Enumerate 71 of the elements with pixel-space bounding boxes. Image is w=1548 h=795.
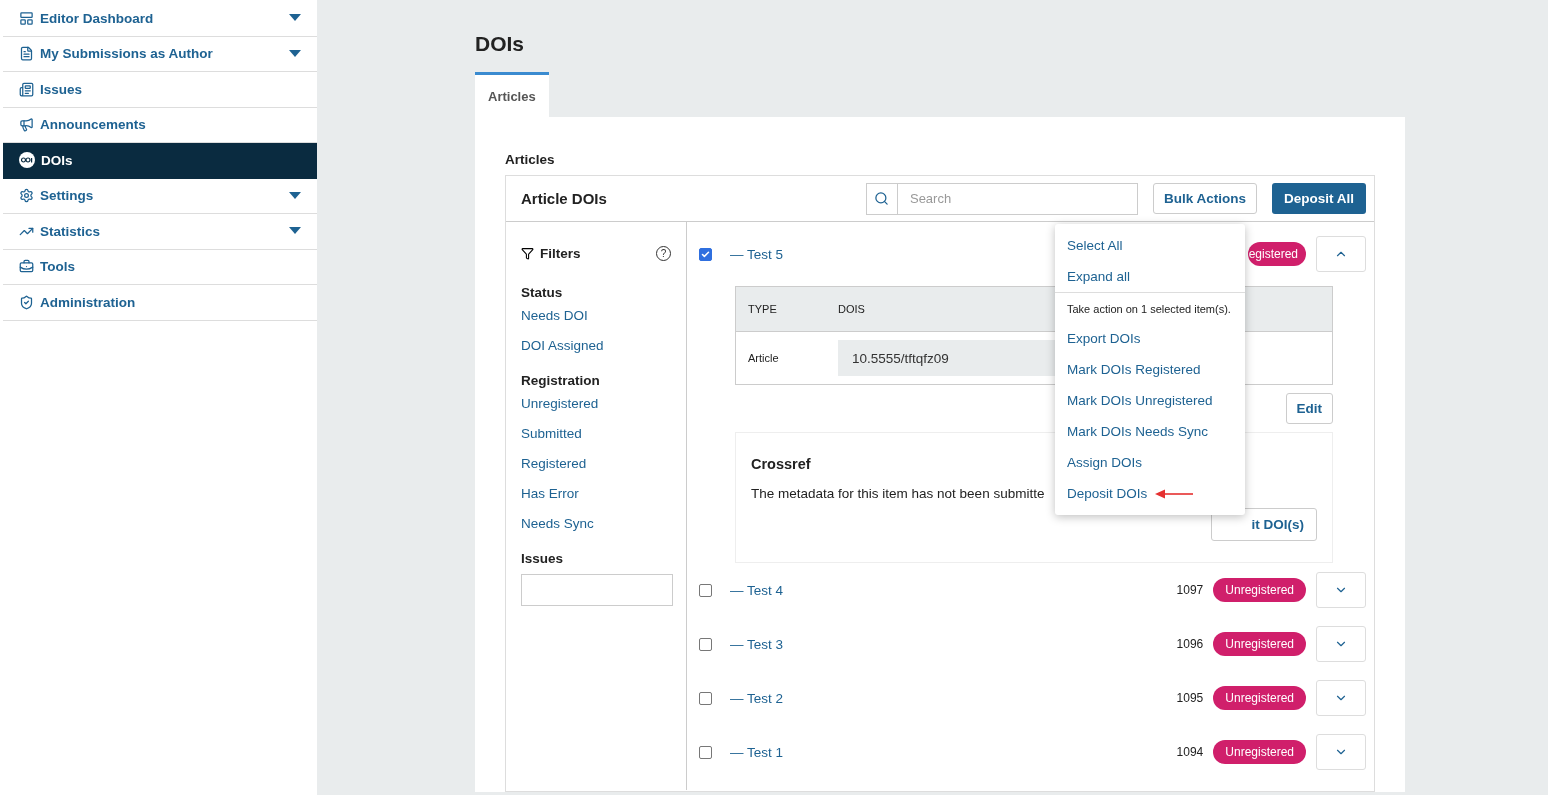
issues-field[interactable] [521, 574, 673, 606]
menu-item[interactable]: Mark DOIs Needs Sync [1067, 416, 1237, 447]
bulk-actions-button[interactable]: Bulk Actions [1152, 183, 1257, 214]
shield-icon [19, 294, 34, 310]
deposit-button[interactable]: it DOI(s) [1210, 508, 1317, 541]
article-title-link[interactable]: — Test 4 [730, 582, 1167, 598]
tab[interactable]: Articles [475, 72, 549, 117]
filter-link[interactable]: Submitted [521, 426, 671, 441]
filter-link[interactable]: Needs DOI [521, 308, 671, 323]
filter-link[interactable]: DOI Assigned [521, 338, 671, 353]
layout-icon [19, 10, 34, 26]
deposit-all-button[interactable]: Deposit All [1272, 183, 1366, 214]
article-title-link[interactable]: — Test 1 [730, 744, 1167, 760]
checkbox[interactable] [699, 637, 712, 651]
caret-icon[interactable] [289, 49, 301, 58]
megaphone-icon [19, 117, 34, 133]
article-title-link[interactable]: — Test 2 [730, 690, 1167, 706]
menu-item[interactable]: Deposit DOIs [1067, 478, 1237, 509]
section-label: Articles [505, 152, 556, 167]
newspaper-icon [19, 81, 34, 97]
caret-icon[interactable] [289, 227, 301, 236]
menu-note: Take action on 1 selected item(s). [1067, 303, 1232, 315]
expand-toggle-button[interactable] [1316, 626, 1366, 662]
checkbox[interactable] [699, 583, 712, 597]
doi-icon [19, 152, 35, 169]
filter-icon [521, 247, 534, 260]
filters-title: Filters [540, 246, 582, 261]
edit-button[interactable]: Edit [1285, 393, 1333, 424]
search-bar[interactable]: Search [865, 182, 1138, 215]
briefcase-icon [19, 259, 34, 275]
article-id: 1094 [1176, 745, 1204, 759]
article-id: 1096 [1176, 637, 1204, 651]
status-badge: Unregistered [1213, 686, 1306, 710]
sidebar-item[interactable]: DOIs [3, 143, 317, 179]
menu-item[interactable]: Expand all [1067, 261, 1237, 292]
status-badge: Unregistered [1213, 578, 1306, 602]
document-icon [19, 46, 34, 62]
card-title: Crossref [751, 456, 811, 472]
status-badge: egistered [1247, 242, 1306, 266]
expand-toggle-button[interactable] [1316, 680, 1366, 716]
menu-item[interactable]: Select All [1067, 230, 1237, 261]
card-text: The metadata for this item has not been submitte [751, 486, 1045, 501]
expand-toggle-button[interactable] [1316, 734, 1366, 770]
column-header: DOIS [837, 303, 866, 315]
page-title: DOIs [475, 32, 525, 56]
menu-item[interactable]: Assign DOIs [1067, 447, 1237, 478]
article-title-link[interactable]: — Test 3 [730, 636, 1167, 652]
search-icon[interactable] [874, 191, 890, 206]
article-id: 1095 [1176, 691, 1204, 705]
status-badge: Unregistered [1213, 740, 1306, 764]
filter-link[interactable]: Needs Sync [521, 516, 671, 531]
filter-link[interactable]: Unregistered [521, 396, 671, 411]
article-id: 1097 [1176, 583, 1204, 597]
filter-heading: Registration [521, 373, 601, 388]
checkbox[interactable] [699, 745, 712, 759]
table-cell-text: Article [747, 352, 780, 364]
checkbox[interactable] [699, 247, 712, 261]
menu-item[interactable]: Mark DOIs Unregistered [1067, 385, 1237, 416]
column-header: TYPE [747, 303, 778, 315]
filter-heading: Status [521, 285, 564, 300]
filter-heading: Issues [521, 551, 565, 566]
panel-title: Article DOIs [521, 190, 608, 207]
checkbox[interactable] [699, 691, 712, 705]
settings-icon [19, 188, 34, 204]
filter-link[interactable]: Registered [521, 456, 671, 471]
status-badge: Unregistered [1213, 632, 1306, 656]
expand-toggle-button[interactable] [1316, 236, 1366, 272]
caret-icon[interactable] [289, 191, 301, 200]
filter-link[interactable]: Has Error [521, 486, 671, 501]
caret-icon[interactable] [289, 14, 301, 23]
expand-toggle-button[interactable] [1316, 572, 1366, 608]
